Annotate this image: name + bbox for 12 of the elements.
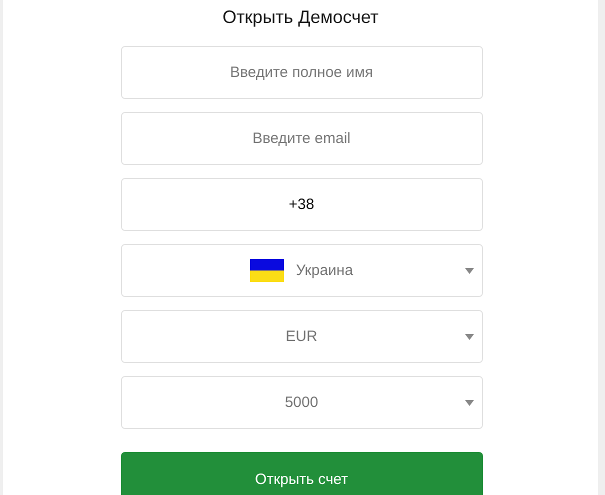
caret-icon bbox=[464, 268, 474, 274]
input-field[interactable]: Введите полное имя bbox=[120, 46, 482, 99]
select-field[interactable]: 5000 bbox=[120, 376, 482, 429]
select-field[interactable]: EUR bbox=[120, 310, 482, 363]
form-title: Открыть Демосчет bbox=[222, 7, 379, 27]
caret-icon bbox=[464, 400, 474, 406]
submit-button[interactable]: Открыть счет bbox=[120, 452, 482, 495]
select-field[interactable]: Украина bbox=[120, 244, 482, 297]
caret-icon bbox=[464, 334, 474, 340]
input-field[interactable]: Введите email bbox=[120, 112, 482, 165]
input-field[interactable]: +38 bbox=[120, 178, 482, 231]
flag-icon bbox=[250, 259, 284, 282]
